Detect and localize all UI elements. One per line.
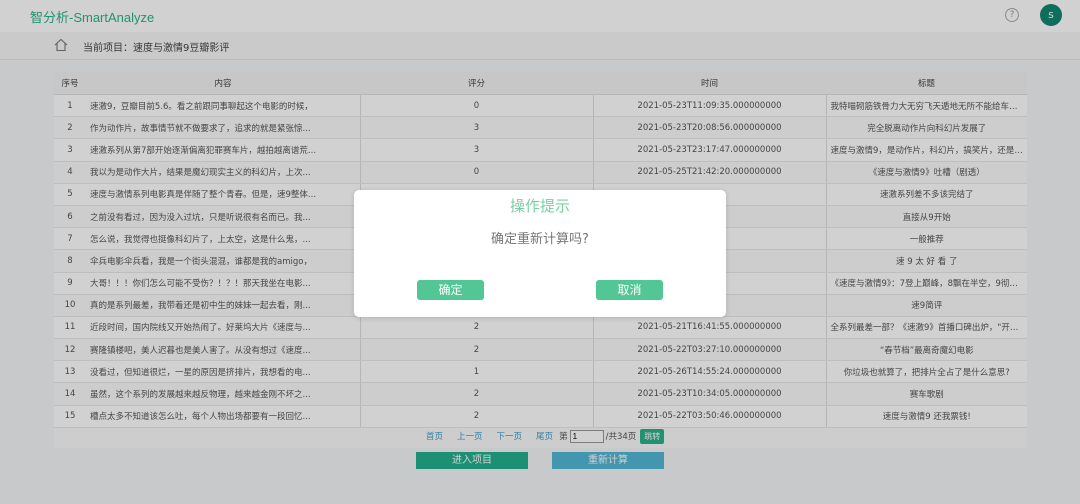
dialog-ok-button[interactable]: 确定 <box>417 280 484 300</box>
dialog-message: 确定重新计算吗? <box>491 232 589 247</box>
dialog-cancel-button[interactable]: 取消 <box>596 280 663 300</box>
dialog-title: 操作提示 <box>509 197 570 215</box>
confirm-dialog: 操作提示 确定重新计算吗? 确定 取消 <box>354 190 726 317</box>
